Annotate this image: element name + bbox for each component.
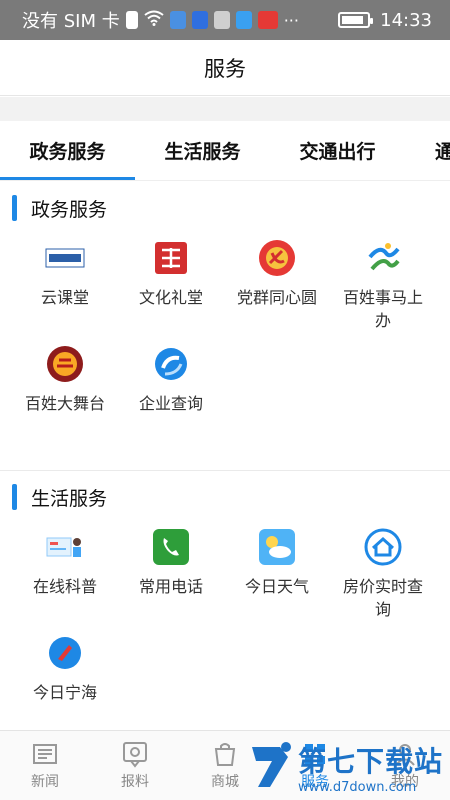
culture-hall-icon	[151, 238, 191, 278]
spacer	[0, 97, 450, 121]
watermark: 第七下载站 www.d7down.com	[246, 736, 446, 798]
hms-icon	[213, 11, 230, 29]
service-label: 常用电话	[138, 577, 203, 596]
section-accent-bar	[12, 484, 17, 510]
carrier-text: 没有 SIM 卡	[22, 11, 120, 32]
watermark-url: www.d7down.com	[298, 779, 417, 795]
battery-icon	[338, 12, 374, 28]
service-label: 企业查询	[138, 394, 203, 413]
tab-transport[interactable]: 交通出行	[270, 121, 405, 180]
enterprise-query-icon	[151, 344, 191, 384]
news-icon	[33, 744, 57, 764]
tab-label: 政务服务	[29, 141, 106, 163]
nav-report[interactable]: 报料	[90, 731, 180, 800]
service-label: 今日天气	[244, 577, 309, 596]
service-enterprise-query[interactable]: 企业查询	[118, 344, 224, 415]
service-label: 党群同心圆	[237, 288, 318, 307]
service-label: 文化礼堂	[138, 288, 203, 307]
house-price-icon	[363, 527, 403, 567]
watermark-text: 第七下载站	[298, 744, 444, 778]
nav-label: 商城	[211, 774, 239, 790]
service-label: 在线科普	[32, 577, 97, 596]
today-ninghai-icon	[45, 633, 85, 673]
report-icon	[123, 742, 147, 768]
section-title: 生活服务	[31, 487, 108, 510]
nav-label: 报料	[121, 774, 149, 790]
tab-label: 生活服务	[164, 141, 241, 163]
service-public-affairs[interactable]: 百姓事马上办	[330, 238, 436, 332]
stage-icon	[45, 344, 85, 384]
tab-partial[interactable]: 通	[405, 121, 450, 180]
party-emblem-icon	[257, 238, 297, 278]
page-title-bar: 服务	[0, 40, 450, 96]
section-divider	[0, 470, 450, 471]
service-common-phone[interactable]: 常用电话	[118, 527, 224, 621]
more-icon: ···	[283, 10, 299, 30]
service-label: 房价实时查询	[343, 577, 424, 619]
service-party-circle[interactable]: 党群同心圆	[224, 238, 330, 332]
shop-icon	[214, 743, 236, 766]
service-grid-life: 在线科普 常用电话 今日天气 房价实时查询 今日宁海	[12, 527, 438, 704]
cloud-classroom-icon	[45, 238, 85, 278]
music-app-icon	[169, 11, 186, 29]
alert-icon	[125, 11, 138, 29]
watermark-logo-icon	[252, 742, 291, 787]
wifi-icon	[144, 10, 164, 31]
service-culture-hall[interactable]: 文化礼堂	[118, 238, 224, 332]
page-title: 服务	[204, 56, 246, 81]
status-bar: 没有 SIM 卡 ··· 14:33	[0, 0, 450, 40]
online-science-icon	[45, 527, 85, 567]
phone-icon	[151, 527, 191, 567]
section-accent-bar	[12, 195, 17, 221]
service-today-ninghai[interactable]: 今日宁海	[12, 633, 118, 704]
baidu-app-icon	[191, 11, 208, 29]
huawei-app-icon	[257, 11, 278, 29]
service-online-science[interactable]: 在线科普	[12, 527, 118, 621]
tab-government[interactable]: 政务服务	[0, 121, 135, 180]
service-label: 今日宁海	[32, 683, 97, 702]
service-stage[interactable]: 百姓大舞台	[12, 344, 118, 415]
service-grid-government: 云课堂 文化礼堂 党群同心圆 百姓事马上办 百姓大舞台 企业查询	[12, 238, 438, 415]
service-label: 云课堂	[40, 288, 89, 307]
nav-news[interactable]: 新闻	[0, 731, 90, 800]
section-header-life: 生活服务	[0, 477, 450, 517]
service-cloud-classroom[interactable]: 云课堂	[12, 238, 118, 332]
weather-icon	[257, 527, 297, 567]
service-label: 百姓大舞台	[25, 394, 106, 413]
clock: 14:33	[380, 9, 432, 31]
service-label: 百姓事马上办	[343, 288, 424, 330]
service-house-price[interactable]: 房价实时查询	[330, 527, 436, 621]
search-app-icon	[235, 11, 252, 29]
nav-label: 新闻	[31, 774, 59, 790]
tab-label: 通	[435, 137, 450, 164]
tab-label: 交通出行	[299, 141, 376, 163]
section-title: 政务服务	[31, 198, 108, 221]
service-weather[interactable]: 今日天气	[224, 527, 330, 621]
category-tabs: 政务服务 生活服务 交通出行 通	[0, 121, 450, 181]
section-header-government: 政务服务	[0, 188, 450, 228]
public-affairs-icon	[363, 238, 403, 278]
tab-life[interactable]: 生活服务	[135, 121, 270, 180]
